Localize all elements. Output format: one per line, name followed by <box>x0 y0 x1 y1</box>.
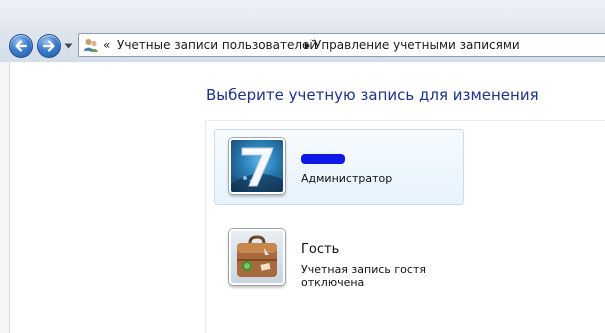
windows7-logo-icon <box>229 138 285 194</box>
arrow-right-icon <box>42 40 55 52</box>
breadcrumb-overflow[interactable]: « <box>103 38 110 52</box>
account-role: Учетная запись гостя отключена <box>301 263 426 289</box>
account-name-redacted <box>301 154 345 164</box>
title-bar <box>0 0 605 28</box>
breadcrumb-manage-accounts[interactable]: Управление учетными записями <box>314 38 520 52</box>
account-tile-administrator[interactable]: Администратор <box>214 129 464 205</box>
account-role: Администратор <box>301 172 393 185</box>
divider <box>205 120 605 121</box>
address-bar[interactable]: « Учетные записи пользователей Управлени… <box>78 33 605 57</box>
window-chrome: « Учетные записи пользователей Управлени… <box>0 0 605 62</box>
breadcrumb-user-accounts[interactable]: Учетные записи пользователей <box>117 38 317 52</box>
account-name: Гость <box>301 242 340 257</box>
arrow-left-icon <box>15 40 28 52</box>
back-button[interactable] <box>9 34 33 58</box>
page-heading: Выберите учетную запись для изменения <box>206 86 539 104</box>
forward-button[interactable] <box>37 34 61 58</box>
suitcase-icon <box>229 229 285 285</box>
divider <box>205 120 206 333</box>
user-accounts-icon <box>84 39 98 52</box>
recent-pages-dropdown-icon[interactable] <box>64 43 73 49</box>
navigation-pane-edge <box>0 62 10 333</box>
breadcrumb-separator-icon[interactable] <box>304 42 311 50</box>
account-tile-guest[interactable]: Гость Учетная запись гостя отключена <box>214 220 464 296</box>
